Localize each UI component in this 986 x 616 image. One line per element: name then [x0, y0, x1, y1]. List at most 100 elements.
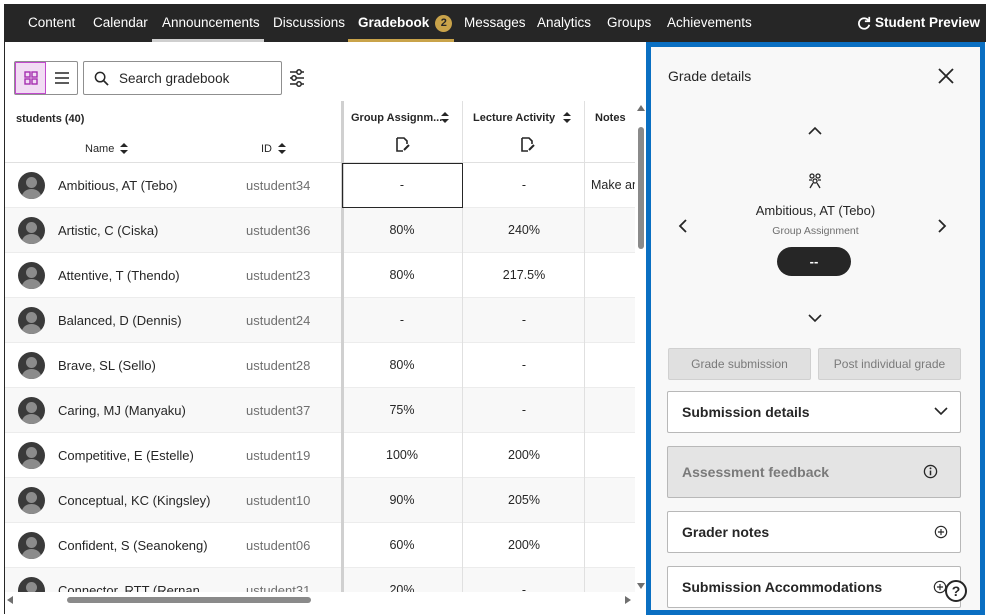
tab-analytics[interactable]: Analytics — [537, 4, 591, 42]
student-name[interactable]: Artistic, C (Ciska) — [58, 223, 158, 238]
group-assignment-cell[interactable]: 20% — [342, 583, 462, 592]
tab-discussions[interactable]: Discussions — [273, 4, 345, 42]
tab-calendar[interactable]: Calendar — [93, 4, 148, 42]
lecture-activity-cell[interactable]: 200% — [464, 538, 584, 552]
info-icon — [923, 464, 938, 479]
search-placeholder: Search gradebook — [119, 70, 230, 86]
column-header-notes[interactable]: Notes — [589, 101, 635, 163]
table-row[interactable]: Conceptual, KC (Kingsley) ustudent10 90% 20… — [5, 478, 635, 523]
tab-gradebook[interactable]: Gradebook 2 — [358, 4, 453, 42]
tab-messages[interactable]: Messages — [464, 4, 526, 42]
group-assignment-cell[interactable]: 80% — [342, 358, 462, 372]
help-button[interactable]: ? — [945, 580, 967, 602]
horizontal-scroll-thumb[interactable] — [67, 597, 311, 603]
grid-view-button[interactable] — [15, 62, 46, 94]
scroll-right-arrow-icon[interactable] — [625, 596, 631, 604]
lecture-activity-cell[interactable]: 205% — [464, 493, 584, 507]
student-preview-button[interactable]: Student Preview — [857, 4, 980, 42]
student-name[interactable]: Confident, S (Seanokeng) — [58, 538, 208, 553]
section-title: Grader notes — [682, 524, 770, 540]
tab-groups[interactable]: Groups — [607, 4, 651, 42]
student-name[interactable]: Balanced, D (Dennis) — [58, 313, 182, 328]
student-name[interactable]: Caring, MJ (Manyaku) — [58, 403, 186, 418]
grade-pill[interactable]: -- — [777, 247, 851, 276]
grade-submission-button[interactable]: Grade submission — [668, 348, 811, 380]
group-assignment-cell[interactable]: 60% — [342, 538, 462, 552]
student-name[interactable]: Conceptual, KC (Kingsley) — [58, 493, 210, 508]
avatar — [18, 397, 45, 424]
notes-cell[interactable]: Make an — [591, 178, 635, 192]
avatar — [18, 352, 45, 379]
student-name[interactable]: Ambitious, AT (Tebo) — [58, 178, 177, 193]
student-name[interactable]: Attentive, T (Thendo) — [58, 268, 180, 283]
group-assignment-cell[interactable]: 90% — [342, 493, 462, 507]
lecture-activity-cell[interactable]: 200% — [464, 448, 584, 462]
lecture-activity-cell[interactable]: - — [464, 178, 584, 192]
group-assignment-cell[interactable]: 75% — [342, 403, 462, 417]
group-assignment-cell[interactable]: - — [342, 313, 462, 327]
lecture-activity-cell[interactable]: - — [464, 403, 584, 417]
tab-gradebook-label: Gradebook — [358, 15, 430, 30]
avatar — [18, 532, 45, 559]
horizontal-scrollbar[interactable] — [5, 592, 635, 608]
section-title: Assessment feedback — [682, 464, 830, 480]
assessment-feedback-section[interactable]: Assessment feedback — [667, 446, 961, 498]
lecture-activity-cell[interactable]: 217.5% — [464, 268, 584, 282]
search-gradebook-input[interactable]: Search gradebook — [83, 61, 282, 95]
post-individual-grade-button[interactable]: Post individual grade — [818, 348, 961, 380]
group-assignment-cell[interactable]: 100% — [342, 448, 462, 462]
submission-details-section[interactable]: Submission details — [667, 391, 961, 433]
group-assignment-cell[interactable]: 80% — [342, 223, 462, 237]
scroll-up-arrow-icon[interactable] — [637, 105, 645, 111]
tab-content[interactable]: Content — [28, 4, 75, 42]
id-column-header[interactable]: ID — [261, 143, 286, 155]
close-icon[interactable] — [936, 66, 956, 86]
scroll-down-arrow-icon[interactable] — [637, 583, 645, 589]
column-title: Group Assignm... — [351, 112, 443, 124]
student-name[interactable]: Competitive, E (Estelle) — [58, 448, 194, 463]
table-row[interactable]: Caring, MJ (Manyaku) ustudent37 75% - — [5, 388, 635, 433]
submission-accommodations-section[interactable]: Submission Accommodations — [667, 566, 961, 608]
student-id: ustudent24 — [246, 313, 311, 328]
lecture-activity-cell[interactable]: - — [464, 358, 584, 372]
grid-header: students (40) Name ID Group Assignm... L… — [5, 101, 635, 163]
table-row[interactable]: Competitive, E (Estelle) ustudent19 100% 20… — [5, 433, 635, 478]
grid-view-icon — [23, 71, 38, 85]
student-name[interactable]: Brave, SL (Sello) — [58, 358, 156, 373]
grader-notes-section[interactable]: Grader notes — [667, 511, 961, 553]
table-row[interactable]: Artistic, C (Ciska) ustudent36 80% 240% — [5, 208, 635, 253]
panel-item-name: Group Assignment — [772, 225, 859, 237]
scroll-left-arrow-icon[interactable] — [7, 596, 13, 604]
sort-icon — [120, 143, 129, 154]
tab-achievements[interactable]: Achievements — [667, 4, 752, 42]
group-assignment-cell[interactable]: 80% — [342, 268, 462, 282]
table-row[interactable]: Connector, RTT (Rernan ustudent31 20% - — [5, 568, 635, 592]
tab-announcements[interactable]: Announcements — [162, 4, 260, 42]
avatar — [18, 217, 45, 244]
name-header-label: Name — [85, 143, 115, 155]
selected-cell[interactable] — [342, 163, 463, 208]
column-header-group-assignment[interactable]: Group Assignm... — [345, 101, 465, 163]
chevron-up-icon[interactable] — [808, 126, 822, 135]
table-row[interactable]: Brave, SL (Sello) ustudent28 80% - — [5, 343, 635, 388]
refresh-icon — [858, 16, 871, 30]
avatar — [18, 262, 45, 289]
student-preview-label: Student Preview — [874, 15, 980, 30]
lecture-activity-cell[interactable]: - — [464, 583, 584, 592]
vertical-scrollbar[interactable] — [636, 101, 645, 592]
vertical-scroll-thumb[interactable] — [638, 127, 644, 249]
table-row[interactable]: Ambitious, AT (Tebo) ustudent34- - Make an — [5, 163, 635, 208]
filter-sliders-icon[interactable] — [288, 68, 306, 88]
table-row[interactable]: Balanced, D (Dennis) ustudent24 - - — [5, 298, 635, 343]
table-row[interactable]: Confident, S (Seanokeng) ustudent06 60% 200… — [5, 523, 635, 568]
student-name[interactable]: Connector, RTT (Rernan — [58, 583, 200, 592]
avatar — [18, 487, 45, 514]
column-header-lecture-activity[interactable]: Lecture Activity — [467, 101, 587, 163]
lecture-activity-cell[interactable]: 240% — [464, 223, 584, 237]
id-header-label: ID — [261, 143, 272, 155]
lecture-activity-cell[interactable]: - — [464, 313, 584, 327]
list-view-button[interactable] — [46, 62, 77, 94]
name-column-header[interactable]: Name — [85, 143, 129, 155]
table-row[interactable]: Attentive, T (Thendo) ustudent23 80% 217.5% — [5, 253, 635, 298]
chevron-down-icon[interactable] — [808, 314, 822, 323]
